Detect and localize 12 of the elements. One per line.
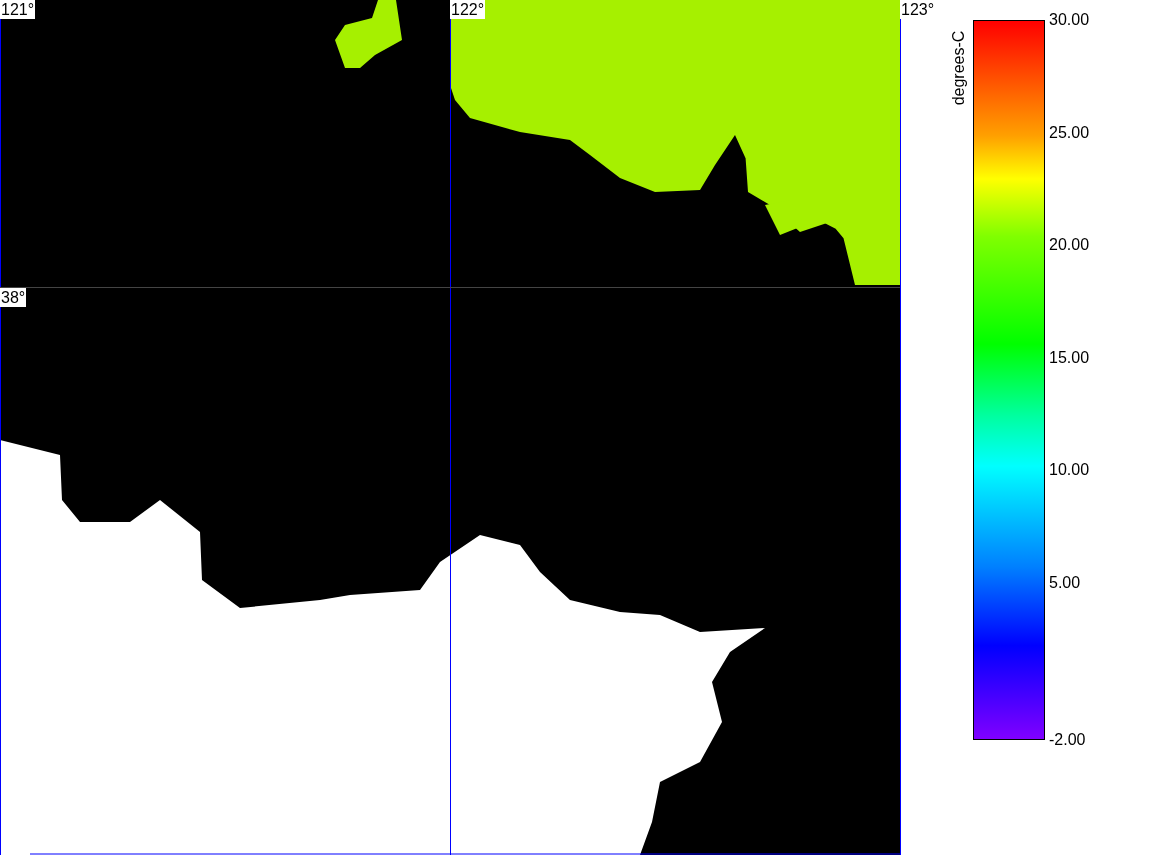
scale-tick-label: 25.00 bbox=[1049, 123, 1090, 142]
scale-tick-label: -2.00 bbox=[1049, 731, 1086, 749]
longitude-label: 121° bbox=[0, 0, 36, 19]
scale-tick-label: 15.00 bbox=[1049, 348, 1090, 367]
scale-tick-label: 20.00 bbox=[1049, 236, 1090, 254]
scale-tick-label: 30.00 bbox=[1049, 11, 1090, 29]
longitude-label: 122° bbox=[450, 0, 486, 19]
latitude-label: 38° bbox=[0, 288, 27, 307]
longitude-label: 123° bbox=[900, 0, 936, 19]
scale-tick-label: 5.00 bbox=[1049, 573, 1081, 592]
scale-tick-label: 10.00 bbox=[1049, 461, 1090, 479]
unit-label: degrees-C bbox=[949, 30, 968, 106]
